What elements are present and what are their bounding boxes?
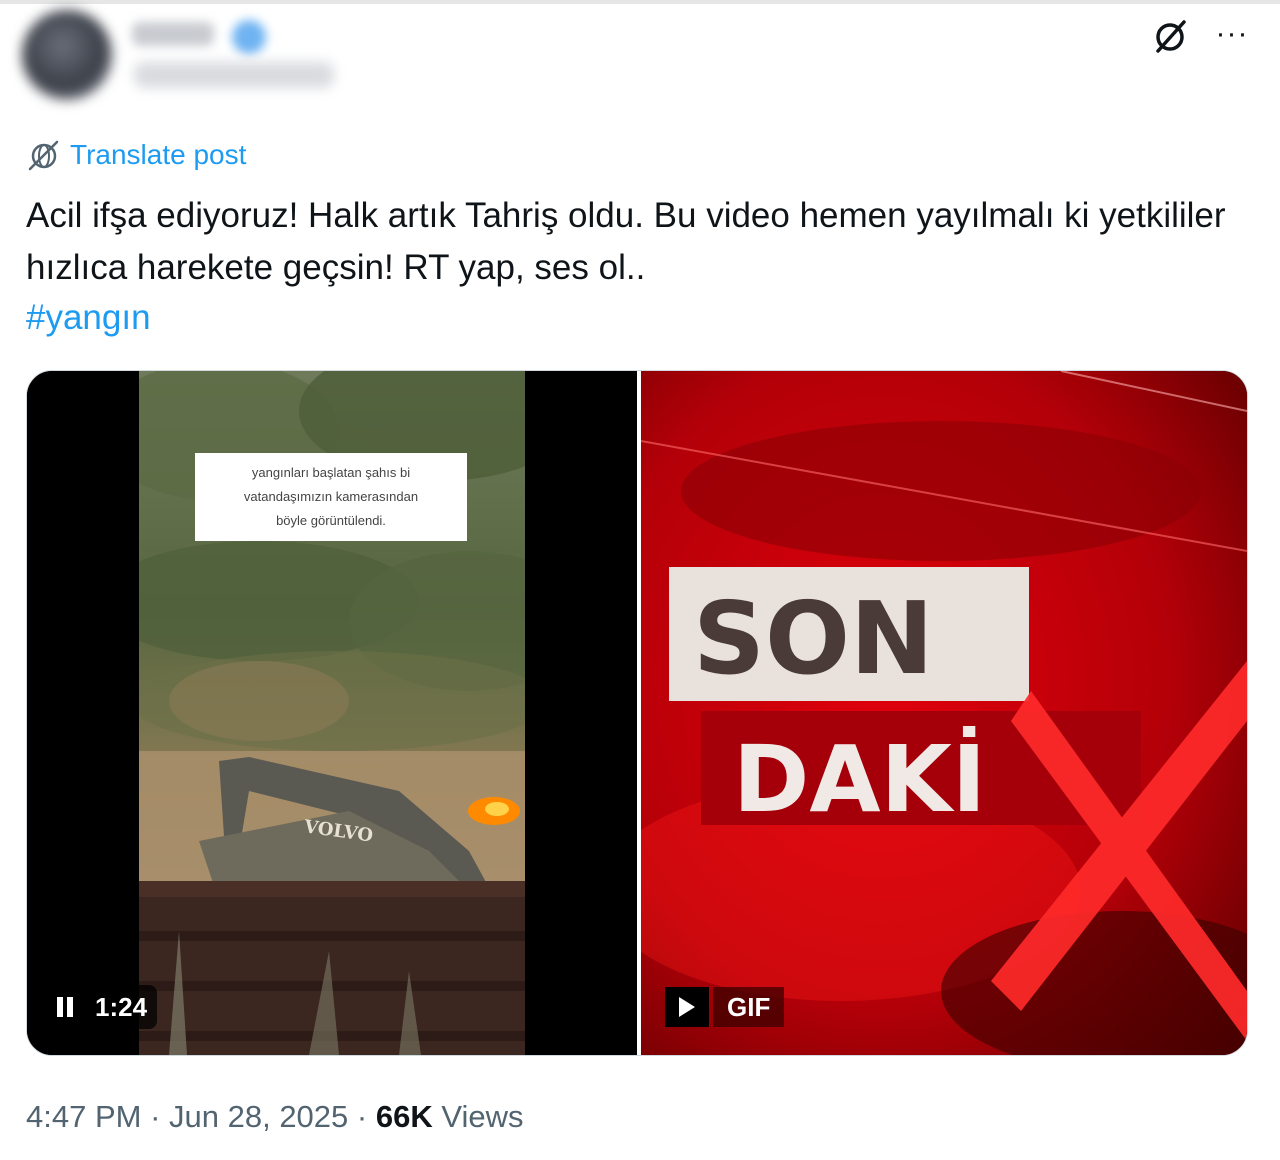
post-header: ··· xyxy=(0,0,1280,120)
blurred-display-name[interactable] xyxy=(132,22,214,46)
translate-post-label: Translate post xyxy=(70,139,247,170)
separator: · xyxy=(348,1099,376,1134)
caption-line: yangınları başlatan şahıs bi xyxy=(251,465,411,480)
more-options-icon[interactable]: ··· xyxy=(1210,14,1254,54)
breaking-news-line2: DAKİ xyxy=(733,724,986,833)
blurred-username[interactable] xyxy=(134,62,334,88)
gif-player[interactable]: SON DAKİ GIF xyxy=(601,371,1247,1055)
caption-line: vatandaşımızın kamerasından xyxy=(243,489,419,504)
play-icon[interactable] xyxy=(665,987,709,1027)
gif-badge: GIF xyxy=(713,987,785,1027)
breaking-news-graphic: SON DAKİ xyxy=(601,371,1247,1055)
translate-globe-icon xyxy=(28,140,59,171)
video-controls[interactable]: 1:24 xyxy=(47,985,158,1029)
views-label: Views xyxy=(432,1099,524,1134)
caption-line: böyle görüntülendi. xyxy=(276,513,386,528)
separator: · xyxy=(141,1099,170,1134)
gif-controls[interactable]: GIF xyxy=(665,985,785,1029)
translate-post-link[interactable]: Translate post xyxy=(26,138,246,172)
pause-icon[interactable] xyxy=(57,993,81,1021)
video-duration: 1:24 xyxy=(95,991,148,1022)
post-time[interactable]: 4:47 PM xyxy=(26,1099,141,1134)
post-date[interactable]: Jun 28, 2025 xyxy=(169,1099,348,1134)
video-caption: yangınları başlatan şahıs bi vatandaşımı… xyxy=(195,453,467,541)
avatar[interactable] xyxy=(22,10,112,100)
hashtag-link[interactable]: #yangın xyxy=(26,292,151,344)
post-metadata: 4:47 PM · Jun 28, 2025 · 66K Views xyxy=(26,1094,523,1140)
post-text: Acil ifşa ediyoruz! Halk artık Tahriş ol… xyxy=(26,196,1226,287)
media-grid: VOLVO yangınları başlatan şahıs bi vatan… xyxy=(26,370,1248,1056)
slashed-circle-icon[interactable] xyxy=(1150,16,1190,56)
video-player[interactable]: VOLVO yangınları başlatan şahıs bi vatan… xyxy=(27,371,637,1055)
verified-badge-icon xyxy=(232,20,266,54)
breaking-news-line1: SON xyxy=(693,580,934,697)
views-count[interactable]: 66K xyxy=(376,1099,433,1134)
